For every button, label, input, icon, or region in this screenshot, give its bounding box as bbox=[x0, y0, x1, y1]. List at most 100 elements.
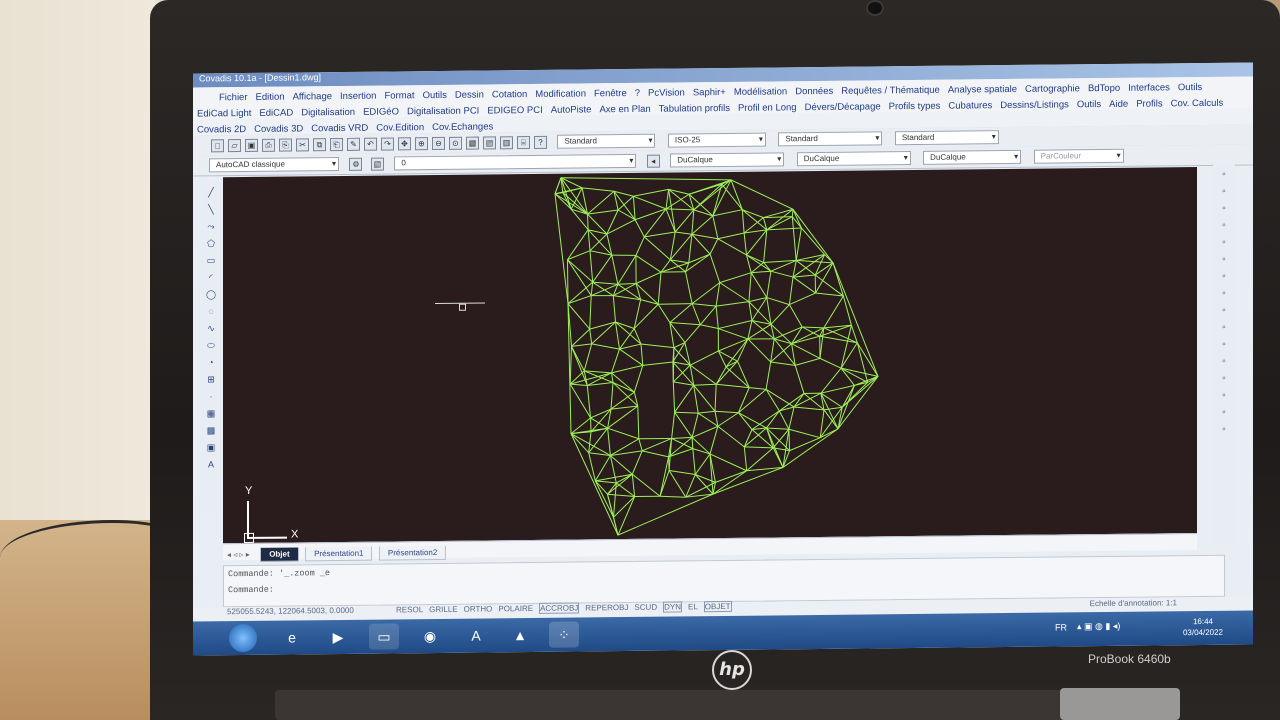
spline-icon[interactable]: ∿ bbox=[205, 322, 217, 334]
tray-icons[interactable]: ▴ ▣ ◍ ▮ ◂) bbox=[1077, 621, 1120, 632]
polygon-icon[interactable]: ⬠ bbox=[205, 237, 217, 249]
lineweight-select[interactable]: DuCalque bbox=[923, 149, 1022, 165]
paste-icon[interactable]: ⎗ bbox=[330, 137, 343, 152]
toggle-ortho[interactable]: ORTHO bbox=[464, 604, 493, 613]
chrome-icon[interactable]: ◉ bbox=[415, 623, 445, 649]
layer-manager-icon[interactable]: ▤ bbox=[370, 157, 384, 171]
calculator-icon[interactable]: ⌸ bbox=[517, 136, 530, 150]
new-icon[interactable]: □ bbox=[211, 139, 224, 153]
acrobat-icon[interactable]: A bbox=[461, 622, 491, 648]
insert-block-icon[interactable]: ⊞ bbox=[205, 373, 217, 385]
copy-icon[interactable]: ▫ bbox=[1218, 185, 1230, 197]
dim-style-select[interactable]: ISO-25 bbox=[667, 132, 766, 148]
mesh-edge bbox=[793, 392, 822, 408]
zoom-in-icon[interactable]: ⊕ bbox=[415, 137, 428, 151]
mesh-edge bbox=[792, 274, 816, 278]
table-style-select[interactable]: Standard bbox=[778, 131, 883, 147]
revision-cloud-icon[interactable]: ◌ bbox=[205, 305, 217, 317]
toggle-dyn[interactable]: DYN bbox=[663, 601, 682, 613]
undo-icon[interactable]: ↶ bbox=[364, 137, 377, 151]
rotate-icon[interactable]: ▫ bbox=[1218, 270, 1230, 282]
media-icon[interactable]: ▶ bbox=[323, 624, 353, 650]
rectangle-icon[interactable]: ▭ bbox=[205, 254, 217, 266]
arc-icon[interactable]: ◜ bbox=[205, 271, 217, 283]
taskbar-clock[interactable]: 16:44 03/04/2022 bbox=[1183, 616, 1223, 638]
open-icon[interactable]: ▱ bbox=[228, 139, 241, 153]
tab-presentation2[interactable]: Présentation2 bbox=[378, 545, 447, 561]
tab-presentation1[interactable]: Présentation1 bbox=[305, 546, 373, 562]
toggle-accrobj[interactable]: ACCROBJ bbox=[539, 602, 580, 614]
linetype-select[interactable]: DuCalque bbox=[796, 151, 911, 167]
circle-icon[interactable]: ◯ bbox=[205, 288, 217, 300]
tab-nav-arrows[interactable]: ◂ ◃ ▹ ▸ bbox=[227, 550, 250, 559]
move-icon[interactable]: ▫ bbox=[1218, 253, 1230, 265]
menu-edicad[interactable]: EdiCAD bbox=[255, 105, 297, 119]
menu-edicad-light[interactable]: EdiCad Light bbox=[193, 106, 255, 120]
print-icon[interactable]: ⎙ bbox=[262, 138, 275, 152]
ie-icon[interactable]: e bbox=[277, 624, 307, 650]
toggle-polaire[interactable]: POLAIRE bbox=[498, 604, 533, 613]
color-select[interactable]: DuCalque bbox=[670, 152, 785, 168]
offset-icon[interactable]: ▫ bbox=[1218, 219, 1230, 231]
laptop-hinge-right bbox=[1060, 688, 1180, 720]
folder-icon[interactable]: ▭ bbox=[369, 623, 399, 650]
region-icon[interactable]: ▣ bbox=[205, 441, 217, 453]
array-icon[interactable]: ▫ bbox=[1218, 236, 1230, 248]
toggle-reperobj[interactable]: REPEROBJ bbox=[585, 603, 628, 612]
break-icon[interactable]: ▫ bbox=[1218, 355, 1230, 367]
toggle-grille[interactable]: GRILLE bbox=[429, 605, 457, 614]
preview-icon[interactable]: ⎘ bbox=[279, 138, 292, 152]
drawing-canvas[interactable]: Y X bbox=[223, 167, 1197, 544]
layer-previous-icon[interactable]: ◂ bbox=[646, 154, 660, 168]
ellipse-icon[interactable]: ⬭ bbox=[205, 339, 217, 351]
pan-icon[interactable]: ✥ bbox=[398, 137, 411, 151]
multileader-style-select[interactable]: Standard bbox=[894, 130, 999, 146]
tool-palettes-icon[interactable]: ▥ bbox=[500, 136, 513, 150]
menu-fichier[interactable]: Fichier bbox=[215, 90, 252, 104]
properties-icon[interactable]: ▦ bbox=[466, 136, 479, 150]
workspace-select[interactable]: AutoCAD classique bbox=[209, 157, 339, 173]
cut-icon[interactable]: ✂ bbox=[296, 138, 309, 152]
copy-icon[interactable]: ⧉ bbox=[313, 138, 326, 152]
save-icon[interactable]: ▣ bbox=[245, 138, 258, 153]
toggle-resol[interactable]: RESOL bbox=[396, 605, 423, 614]
trim-icon[interactable]: ▫ bbox=[1218, 321, 1230, 333]
fillet-icon[interactable]: ▫ bbox=[1218, 406, 1230, 418]
point-icon[interactable]: · bbox=[205, 390, 217, 402]
toggle-el[interactable]: EL bbox=[688, 602, 698, 611]
polyline-icon[interactable]: ⤳ bbox=[205, 220, 217, 232]
ellipse-arc-icon[interactable]: ◔ bbox=[205, 356, 217, 368]
help-icon[interactable]: ? bbox=[534, 135, 547, 149]
zoom-out-icon[interactable]: ⊖ bbox=[432, 136, 445, 151]
matchprop-icon[interactable]: ✎ bbox=[347, 137, 360, 151]
toggle-scud[interactable]: SCUD bbox=[634, 603, 657, 612]
plotstyle-select[interactable]: ParCouleur bbox=[1033, 148, 1124, 164]
design-center-icon[interactable]: ▤ bbox=[483, 136, 496, 150]
erase-icon[interactable]: ▫ bbox=[1218, 168, 1230, 180]
join-icon[interactable]: ▫ bbox=[1218, 372, 1230, 384]
stretch-icon[interactable]: ▫ bbox=[1218, 304, 1230, 316]
start-orb-icon[interactable] bbox=[229, 623, 257, 653]
scale-icon[interactable]: ▫ bbox=[1218, 287, 1230, 299]
toggle-objet[interactable]: OBJET bbox=[703, 600, 732, 613]
chamfer-icon[interactable]: ▫ bbox=[1218, 389, 1230, 401]
explode-icon[interactable]: ▫ bbox=[1218, 423, 1230, 435]
language-indicator[interactable]: FR bbox=[1055, 622, 1067, 632]
grid-app-icon[interactable]: ⁘ bbox=[549, 621, 579, 648]
tab-objet[interactable]: Objet bbox=[260, 547, 299, 562]
extend-icon[interactable]: ▫ bbox=[1218, 338, 1230, 350]
workspace-settings-icon[interactable]: ⚙ bbox=[349, 157, 363, 171]
gradient-icon[interactable]: ▩ bbox=[205, 424, 217, 436]
annotation-scale[interactable]: Echelle d'annotation: 1:1 bbox=[1090, 598, 1177, 608]
line-icon[interactable]: ╱ bbox=[205, 186, 217, 198]
mirror-icon[interactable]: ▫ bbox=[1218, 202, 1230, 214]
layer-select[interactable]: 0 bbox=[394, 153, 637, 171]
autocad-icon[interactable]: ▲ bbox=[505, 622, 535, 648]
mtext-icon[interactable]: A bbox=[205, 458, 217, 470]
menu-edition[interactable]: Edition bbox=[252, 90, 289, 104]
construction-line-icon[interactable]: ╲ bbox=[205, 203, 217, 215]
hatch-icon[interactable]: ▦ bbox=[205, 407, 217, 419]
zoom-window-icon[interactable]: ⊙ bbox=[449, 136, 462, 150]
redo-icon[interactable]: ↷ bbox=[381, 137, 394, 151]
text-style-select[interactable]: Standard bbox=[557, 133, 656, 149]
